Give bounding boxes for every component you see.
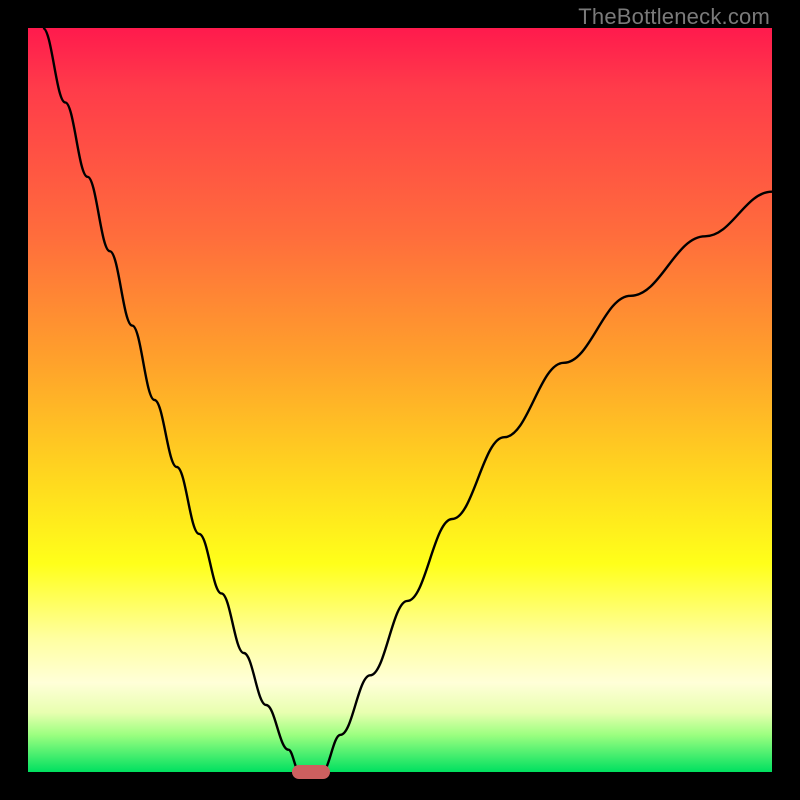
left-branch-curve — [43, 28, 300, 772]
chart-curves — [28, 28, 772, 772]
chart-frame — [28, 28, 772, 772]
right-branch-curve — [322, 192, 772, 772]
optimum-marker — [292, 765, 330, 779]
watermark-text: TheBottleneck.com — [578, 4, 770, 30]
